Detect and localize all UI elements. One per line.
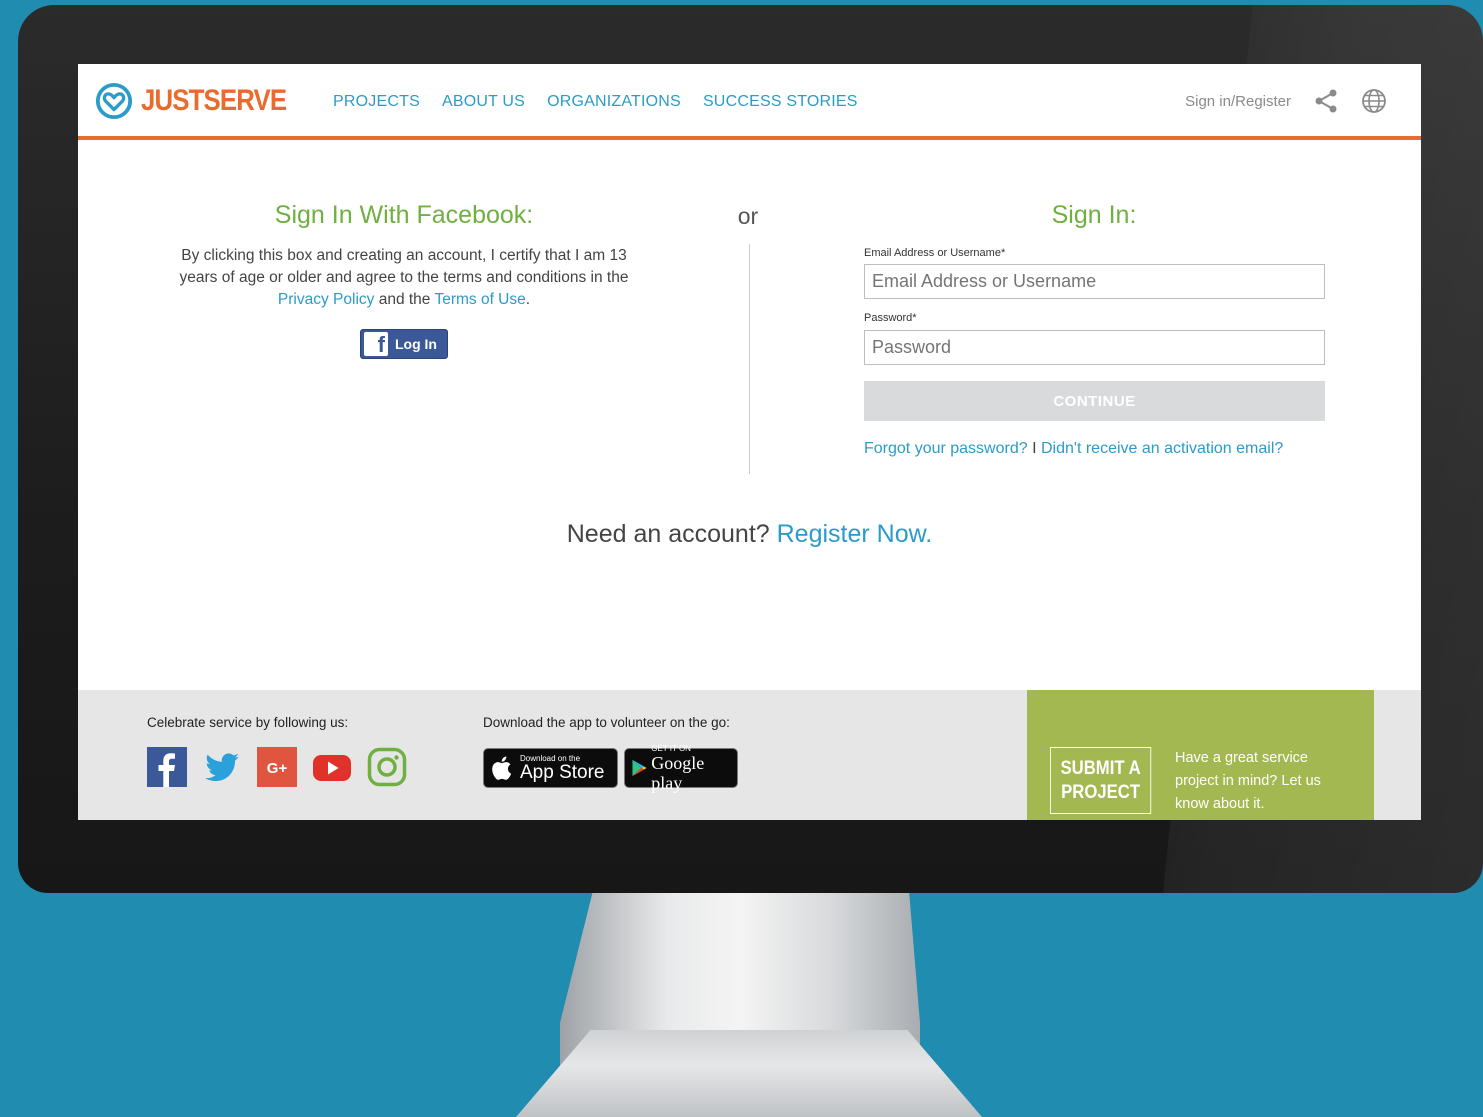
activation-email-link[interactable]: Didn't receive an activation email? — [1041, 440, 1283, 457]
app-caption: Download the app to volunteer on the go: — [483, 715, 730, 730]
links-separator: I — [1027, 440, 1041, 457]
facebook-login-button[interactable]: f Log In — [360, 329, 448, 359]
nav-organizations[interactable]: ORGANIZATIONS — [547, 93, 681, 111]
continue-button[interactable]: CONTINUE — [864, 381, 1325, 421]
facebook-login-label: Log In — [395, 336, 437, 352]
consent-text-middle: and the — [374, 291, 435, 308]
share-icon[interactable] — [1313, 88, 1339, 114]
email-field[interactable] — [864, 264, 1325, 299]
nav-success-stories[interactable]: SUCCESS STORIES — [703, 93, 858, 111]
svg-text:G+: G+ — [267, 760, 288, 777]
app-badges: Download on the App Store GET IT ON Goog… — [483, 744, 738, 793]
nav-projects[interactable]: PROJECTS — [333, 93, 420, 111]
google-plus-icon[interactable]: G+ — [257, 747, 297, 787]
signin-title: Sign In: — [1051, 201, 1137, 229]
monitor-stand-base — [516, 1030, 982, 1117]
or-separator: or — [737, 203, 759, 229]
forgot-password-link[interactable]: Forgot your password? — [864, 440, 1028, 457]
justserve-logo[interactable]: JUSTSERVE — [95, 82, 310, 120]
facebook-consent-text: By clicking this box and creating an acc… — [173, 245, 635, 311]
google-play-big: Google play — [651, 752, 705, 793]
submit-project-button[interactable]: SUBMIT A PROJECT — [1050, 747, 1152, 814]
site-footer: Celebrate service by following us: G+ Do… — [78, 690, 1421, 820]
site-header: JUSTSERVE PROJECTS ABOUT US ORGANIZATION… — [78, 64, 1421, 140]
consent-text-end: . — [525, 291, 531, 308]
vertical-divider — [749, 244, 750, 474]
google-play-badge[interactable]: GET IT ON Google play — [624, 744, 738, 793]
submit-project-panel: SUBMIT A PROJECT Have a great service pr… — [1027, 690, 1374, 820]
email-label: Email Address or Username* — [864, 247, 1006, 259]
facebook-icon[interactable] — [147, 747, 187, 787]
apple-icon — [492, 756, 512, 780]
google-play-small: GET IT ON — [651, 743, 691, 753]
logo-just: JUST — [141, 84, 204, 117]
app-store-badge[interactable]: Download on the App Store — [483, 748, 618, 788]
password-label: Password* — [864, 312, 917, 324]
facebook-f-icon: f — [364, 332, 388, 356]
submit-project-text: Have a great service project in mind? Le… — [1175, 750, 1321, 812]
google-play-text: GET IT ON Google play — [651, 744, 731, 793]
screen: JUSTSERVE PROJECTS ABOUT US ORGANIZATION… — [78, 64, 1421, 820]
nav-about-us[interactable]: ABOUT US — [442, 93, 525, 111]
privacy-policy-link[interactable]: Privacy Policy — [278, 291, 374, 308]
account-help-links: Forgot your password? I Didn't receive a… — [864, 440, 1283, 458]
register-prompt: Need an account? Register Now. — [78, 520, 1421, 549]
social-links: G+ — [147, 747, 407, 787]
app-store-big: App Store — [520, 761, 605, 783]
heart-logo-icon — [95, 82, 133, 120]
google-play-icon — [632, 759, 647, 777]
app-store-text: Download on the App Store — [520, 754, 605, 783]
consent-text: By clicking this box and creating an acc… — [179, 247, 629, 286]
social-caption: Celebrate service by following us: — [147, 715, 349, 730]
twitter-icon[interactable] — [202, 747, 242, 787]
logo-serve: SERVE — [203, 84, 288, 117]
globe-icon[interactable] — [1361, 88, 1387, 114]
header-actions: Sign in/Register — [1185, 88, 1387, 114]
register-now-link[interactable]: Register Now. — [777, 520, 933, 548]
youtube-icon[interactable] — [312, 747, 352, 787]
password-field[interactable] — [864, 330, 1325, 365]
facebook-signin-title: Sign In With Facebook: — [274, 201, 534, 229]
register-prompt-text: Need an account? — [566, 520, 777, 548]
instagram-icon[interactable] — [367, 747, 407, 787]
sign-in-register-link[interactable]: Sign in/Register — [1185, 93, 1291, 110]
logo-wordmark: JUSTSERVE — [141, 84, 288, 118]
terms-of-use-link[interactable]: Terms of Use — [434, 291, 525, 308]
main-nav: PROJECTS ABOUT US ORGANIZATIONS SUCCESS … — [333, 93, 858, 111]
